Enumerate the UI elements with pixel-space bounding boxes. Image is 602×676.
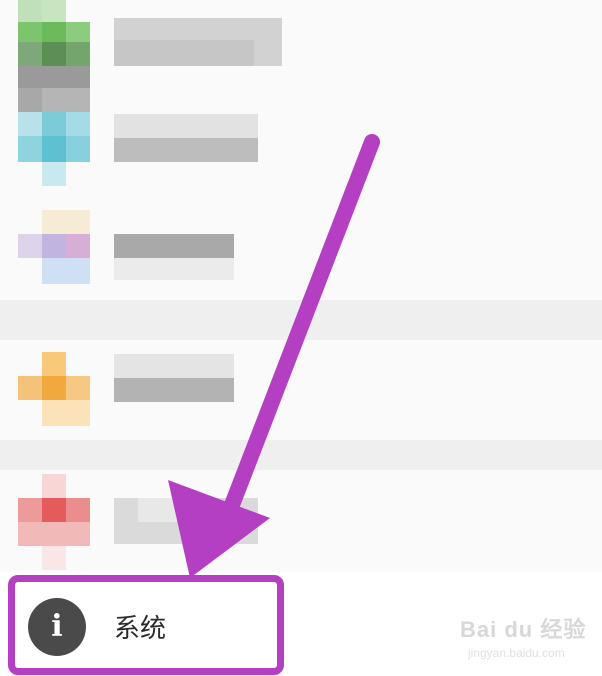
annotation-arrow [168,134,380,578]
settings-screen: i 系统 Bai du 经验 jingyan.baidu.com [0,0,602,676]
arrow-head [168,480,270,578]
arrow-shaft [224,134,380,513]
